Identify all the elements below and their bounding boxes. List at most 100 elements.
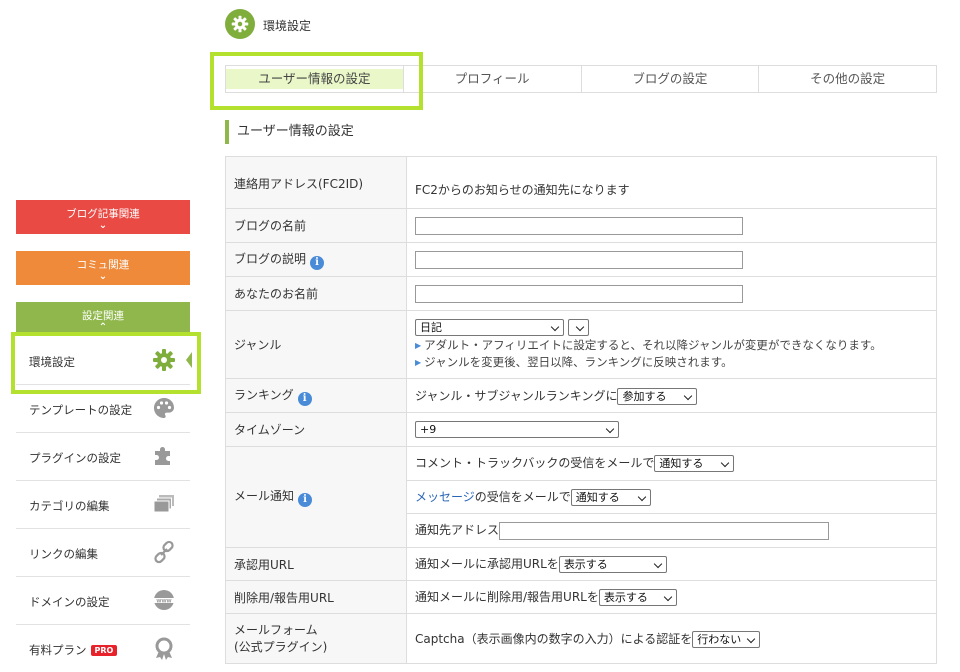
mailform-captcha-select[interactable]: 行わない <box>692 630 761 648</box>
blog-name-input[interactable] <box>415 216 743 235</box>
mail-message-row: メッセージの受信をメールで 通知する <box>407 480 936 513</box>
mail-notification-header: メール通知 i <box>225 446 407 548</box>
approval-url-select[interactable]: 表示する <box>558 556 667 573</box>
row-approval-url: 承認用URL 通知メールに承認用URLを 表示する <box>225 547 937 581</box>
delete-url-text: 通知メールに削除用/報告用URLを <box>415 590 599 604</box>
mail-comment-text: コメント・トラックバックの受信をメールで <box>415 456 655 470</box>
svg-text:WWW: WWW <box>156 598 171 604</box>
sidebar-item-plugin[interactable]: プラグインの設定 <box>16 433 190 481</box>
category-settings-button[interactable]: 設定関連 ⌃ <box>16 302 190 336</box>
sidebar-item-label: カテゴリの編集 <box>29 499 110 513</box>
award-icon <box>155 637 173 660</box>
genre-note-text: ジャンルを変更後、翌日以降、ランキングに反映されます。 <box>424 354 733 369</box>
www-globe-icon: WWW <box>153 590 175 610</box>
mail-address-label: 通知先アドレス <box>415 523 500 537</box>
sidebar: ブログ記事関連 ⌄ コミュ関連 ⌄ 設定関連 ⌃ 環境設定 テンプレートの設定 … <box>16 0 192 665</box>
message-link[interactable]: メッセージ <box>415 490 475 504</box>
page-title: 環境設定 <box>263 19 312 33</box>
genre-note-text: アダルト・アフィリエイトに設定すると、それ以降ジャンルが変更ができなくなります。 <box>424 337 882 352</box>
stack-icon <box>153 495 174 513</box>
mailform-header: メールフォーム (公式プラグイン) <box>225 613 407 664</box>
section-title: ユーザー情報の設定 <box>225 120 354 144</box>
triangle-bullet-icon: ▶ <box>415 340 422 350</box>
row-mail-notification: メール通知 i コメント・トラックバックの受信をメールで 通知する メッセージの受信… <box>225 446 937 548</box>
row-mailform: メールフォーム (公式プラグイン) Captcha（表示画像内の数字の入力）による… <box>225 613 937 664</box>
sidebar-item-label: リンクの編集 <box>29 547 98 561</box>
row-delete-url: 削除用/報告用URL 通知メールに削除用/報告用URLを 表示する <box>225 580 937 614</box>
row-ranking: ランキング i ジャンル・サブジャンルランキングに 参加する <box>225 378 937 413</box>
row-timezone: タイムゾーン +9 <box>225 412 937 447</box>
info-icon[interactable]: i <box>297 391 312 406</box>
row-blog-name: ブログの名前 <box>225 208 937 243</box>
category-community-button[interactable]: コミュ関連 ⌄ <box>16 251 190 285</box>
triangle-bullet-icon: ▶ <box>415 357 422 367</box>
paid-plan-label: 有料プラン <box>29 643 87 657</box>
ranking-text: ジャンル・サブジャンルランキングに <box>415 388 618 403</box>
genre-note-2: ▶ ジャンルを変更後、翌日以降、ランキングに反映されます。 <box>415 354 928 371</box>
subgenre-select[interactable] <box>567 318 589 336</box>
sidebar-item-template[interactable]: テンプレートの設定 <box>16 385 190 433</box>
tab-other-settings[interactable]: その他の設定 <box>758 66 936 92</box>
blog-name-label: ブログの名前 <box>225 208 407 243</box>
category-label: 設定関連 <box>82 310 124 322</box>
gear-icon <box>231 15 249 33</box>
mail-message-select[interactable]: 通知する <box>570 489 651 506</box>
ranking-select[interactable]: 参加する <box>617 387 698 405</box>
ranking-label: ランキング <box>234 387 294 402</box>
info-icon[interactable]: i <box>298 493 313 507</box>
tab-user-info[interactable]: ユーザー情報の設定 <box>226 69 403 89</box>
your-name-input[interactable] <box>415 284 743 303</box>
row-blog-description: ブログの説明 i <box>225 242 937 277</box>
row-genre: ジャンル 日記 ▶ アダルト・アフィリエイトに設定すると、それ以降ジャンルが変更が… <box>225 310 937 379</box>
blog-description-label: ブログの説明 <box>234 251 307 266</box>
tab-profile[interactable]: プロフィール <box>402 66 581 92</box>
timezone-label: タイムゾーン <box>225 412 407 447</box>
contact-address-note: FC2からのお知らせの通知先になります <box>406 156 937 209</box>
puzzle-icon <box>155 447 170 465</box>
row-your-name: あなたのお名前 <box>225 276 937 311</box>
your-name-label: あなたのお名前 <box>225 276 407 311</box>
mail-comment-select[interactable]: 通知する <box>654 455 735 472</box>
category-label: コミュ関連 <box>76 259 130 271</box>
gear-icon <box>153 349 175 371</box>
settings-table: 連絡用アドレス(FC2ID) FC2からのお知らせの通知先になります ブログの名… <box>225 156 937 664</box>
chevron-up-icon: ⌃ <box>98 322 108 333</box>
blog-description-input[interactable] <box>415 250 743 269</box>
mail-notification-label: メール通知 <box>234 489 295 503</box>
sidebar-item-label: ドメインの設定 <box>29 595 110 609</box>
genre-note-1: ▶ アダルト・アフィリエイトに設定すると、それ以降ジャンルが変更ができなくなります… <box>415 337 928 354</box>
sidebar-item-link[interactable]: リンクの編集 <box>16 529 190 577</box>
sidebar-item-label: テンプレートの設定 <box>29 403 133 417</box>
delete-url-select[interactable]: 表示する <box>598 589 677 606</box>
sidebar-item-environment[interactable]: 環境設定 <box>16 337 190 385</box>
contact-address-label: 連絡用アドレス(FC2ID) <box>225 156 407 209</box>
settings-tabs: ユーザー情報の設定 プロフィール ブログの設定 その他の設定 <box>225 65 937 93</box>
category-label: ブログ記事関連 <box>66 208 140 220</box>
row-contact-address: 連絡用アドレス(FC2ID) FC2からのお知らせの通知先になります <box>225 156 937 209</box>
ranking-header: ランキング i <box>225 378 407 413</box>
palette-icon <box>154 398 174 418</box>
active-indicator <box>186 352 192 368</box>
pro-badge: PRO <box>90 645 118 656</box>
mail-message-text: の受信をメールで <box>474 490 571 504</box>
sidebar-item-label: 環境設定 <box>29 355 75 369</box>
mail-comment-row: コメント・トラックバックの受信をメールで 通知する <box>407 447 936 480</box>
mail-address-row: 通知先アドレス <box>407 513 936 547</box>
category-blog-articles-button[interactable]: ブログ記事関連 ⌄ <box>16 200 190 234</box>
tab-blog-settings[interactable]: ブログの設定 <box>580 66 759 92</box>
blog-description-header: ブログの説明 i <box>225 242 407 277</box>
chevron-down-icon: ⌄ <box>98 271 108 282</box>
approval-url-text: 通知メールに承認用URLを <box>415 557 559 571</box>
sidebar-item-label: プラグインの設定 <box>29 451 121 465</box>
delete-url-label: 削除用/報告用URL <box>225 580 407 614</box>
mailform-text: Captcha（表示画像内の数字の入力）による認証を <box>415 631 693 646</box>
sidebar-item-domain[interactable]: ドメインの設定 WWW <box>16 577 190 625</box>
sidebar-item-category[interactable]: カテゴリの編集 <box>16 481 190 529</box>
link-icon <box>154 540 174 564</box>
genre-select[interactable]: 日記 <box>415 318 564 336</box>
mailform-label-line1: メールフォーム <box>234 622 318 637</box>
mail-address-input[interactable] <box>499 521 830 540</box>
info-icon[interactable]: i <box>310 255 325 270</box>
genre-label: ジャンル <box>225 310 407 379</box>
timezone-select[interactable]: +9 <box>415 421 619 438</box>
